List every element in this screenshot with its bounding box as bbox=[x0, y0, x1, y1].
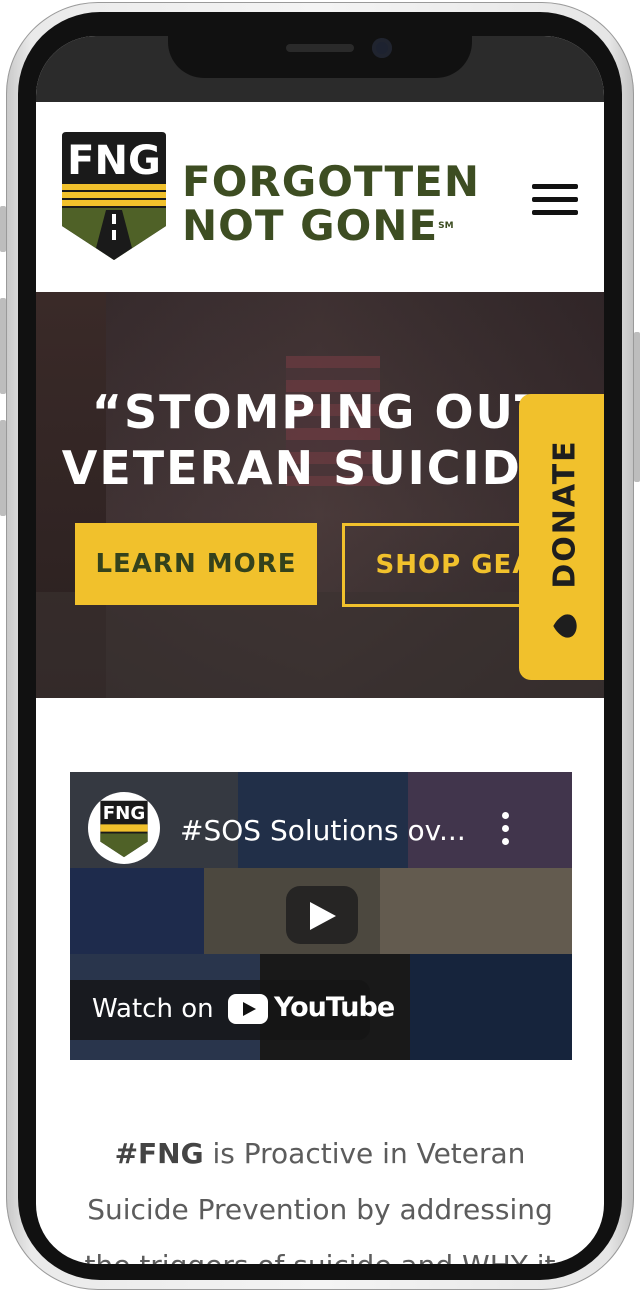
logo-badge-text: FNG bbox=[67, 138, 161, 184]
hamburger-menu-icon[interactable] bbox=[532, 184, 578, 218]
intro-bold-hashtag: #FNG bbox=[114, 1137, 204, 1170]
mute-switch bbox=[0, 206, 6, 252]
service-mark: SM bbox=[438, 221, 454, 231]
intro-line-2: Suicide Prevention by addressing bbox=[87, 1193, 553, 1226]
play-button-icon[interactable] bbox=[286, 886, 358, 944]
speaker-grille bbox=[286, 44, 354, 52]
video-title[interactable]: #SOS Solutions ov... bbox=[180, 814, 466, 847]
front-camera bbox=[372, 38, 392, 58]
donate-label: DONATE bbox=[547, 439, 583, 589]
learn-more-button[interactable]: LEARN MORE bbox=[75, 523, 317, 605]
youtube-wordmark: YouTube bbox=[274, 992, 395, 1023]
heart-icon bbox=[553, 614, 577, 638]
notch bbox=[168, 36, 472, 78]
power-button bbox=[634, 332, 640, 482]
site-logo-wordmark[interactable]: FORGOTTEN NOT GONESM bbox=[182, 160, 480, 248]
donate-tab[interactable]: DONATE bbox=[519, 394, 604, 680]
channel-badge-text: FNG bbox=[103, 803, 146, 824]
watch-on-youtube-button[interactable]: Watch on YouTube bbox=[70, 980, 395, 1040]
intro-paragraph: #FNG is Proactive in Veteran Suicide Pre… bbox=[36, 1126, 604, 1264]
intro-line-3: the triggers of suicide and WHY it bbox=[36, 1238, 604, 1264]
volume-up-button bbox=[0, 298, 6, 394]
site-header: FNG FORGOTTEN NOT GONESM bbox=[36, 102, 604, 292]
youtube-video-embed[interactable]: FNG #SOS Solutions ov... Watch on YouTub… bbox=[70, 772, 572, 1060]
fng-logo-shield-icon[interactable]: FNG bbox=[58, 130, 170, 262]
youtube-play-icon bbox=[228, 994, 268, 1024]
logo-line-1: FORGOTTEN bbox=[182, 157, 481, 206]
channel-avatar[interactable]: FNG bbox=[88, 792, 160, 864]
volume-down-button bbox=[0, 420, 6, 516]
more-options-icon[interactable] bbox=[502, 812, 510, 846]
logo-line-2: NOT GONESM bbox=[182, 201, 454, 250]
intro-line-1: #FNG is Proactive in Veteran bbox=[114, 1137, 526, 1170]
phone-screen: FNG FORGOTTEN NOT GONESM “STOMPING OUT V… bbox=[36, 36, 604, 1264]
watch-on-label: Watch on bbox=[92, 994, 214, 1024]
